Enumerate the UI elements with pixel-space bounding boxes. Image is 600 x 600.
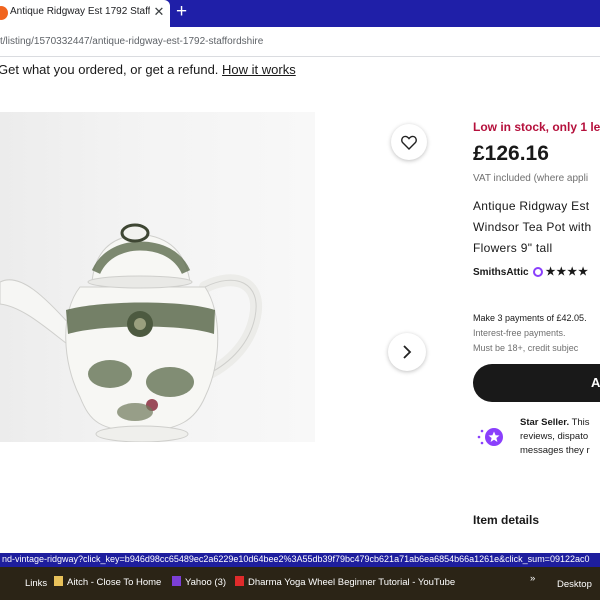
rating-stars[interactable]: ★★★★ [546, 266, 589, 278]
etsy-favicon-icon [0, 6, 8, 20]
how-it-works-link[interactable]: How it works [222, 62, 296, 77]
installments-text: Make 3 payments of £42.05. [473, 313, 587, 323]
interest-free-text: Interest-free payments. [473, 328, 566, 338]
listing-info-panel: Low in stock, only 1 le £126.16 VAT incl… [473, 0, 600, 600]
taskbar-item[interactable]: Aitch - Close To Home [54, 576, 161, 588]
taskbar-item-label: Aitch - Close To Home [67, 577, 162, 588]
folder-icon [54, 576, 63, 586]
star-seller-title: Star Seller. [520, 417, 570, 428]
star-seller-line: Star Seller. This [520, 417, 590, 428]
listing-title-line: Antique Ridgway Est [473, 199, 590, 213]
banner-text: Get what you ordered, or get a refund. [0, 62, 219, 77]
listing-title-line: Flowers 9" tall [473, 241, 553, 255]
links-toolbar[interactable]: Links [25, 578, 47, 589]
new-tab-button[interactable]: + [176, 2, 187, 22]
browser-tab[interactable]: Antique Ridgway Est 1792 Staffo ✕ [0, 0, 170, 27]
seller-name-link[interactable]: SmithsAttic [473, 267, 529, 278]
price: £126.16 [473, 142, 549, 165]
stock-status: Low in stock, only 1 le [473, 120, 600, 134]
url-text[interactable]: t/listing/1570332447/antique-ridgway-est… [0, 36, 263, 47]
star-seller-desc: This [571, 417, 590, 428]
tab-title: Antique Ridgway Est 1792 Staffo [10, 6, 150, 17]
product-photo[interactable] [0, 112, 315, 442]
yahoo-icon [172, 576, 181, 586]
close-tab-icon[interactable]: ✕ [152, 4, 166, 20]
taskbar: Links Aitch - Close To Home Yahoo (3) Dh… [0, 567, 600, 600]
star-seller-icon [477, 428, 503, 446]
taskbar-item-label: Dharma Yoga Wheel Beginner Tutorial - Yo… [248, 577, 456, 588]
chevron-right-icon [403, 345, 412, 359]
status-url: nd-vintage-ridgway?click_key=b946d98cc65… [2, 554, 590, 564]
item-details-heading[interactable]: Item details [473, 513, 539, 527]
star-seller-line: messages they r [520, 445, 590, 456]
more-chevron-icon[interactable]: » [530, 573, 535, 584]
taskbar-item[interactable]: Yahoo (3) [172, 576, 226, 588]
vat-note: VAT included (where appli [473, 173, 589, 184]
taskbar-item-label: Yahoo (3) [185, 577, 227, 588]
heart-icon [401, 135, 417, 150]
youtube-icon [235, 576, 244, 586]
seller-row: SmithsAttic ★★★★ [473, 265, 589, 278]
purchase-protection-banner: Get what you ordered, or get a refund. H… [0, 62, 296, 77]
star-seller-badge-icon [532, 267, 543, 278]
listing-title-line: Windsor Tea Pot with [473, 220, 592, 234]
star-seller-line: reviews, dispato [520, 431, 589, 442]
taskbar-item[interactable]: Dharma Yoga Wheel Beginner Tutorial - Yo… [235, 576, 455, 588]
teapot-image [0, 223, 263, 442]
add-to-basket-button[interactable]: A [473, 364, 600, 402]
desktop-toolbar[interactable]: Desktop [557, 579, 592, 590]
age-requirement-text: Must be 18+, credit subjec [473, 343, 579, 353]
favorite-button[interactable] [391, 124, 427, 160]
next-image-button[interactable] [388, 333, 426, 371]
link-status-bar: nd-vintage-ridgway?click_key=b946d98cc65… [0, 553, 600, 567]
